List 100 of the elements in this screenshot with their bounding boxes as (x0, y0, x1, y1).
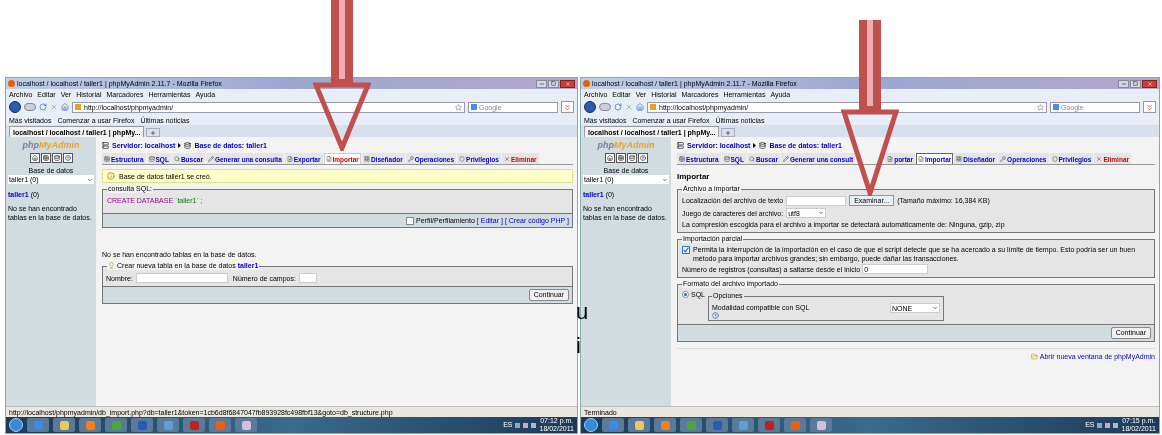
start-button[interactable] (584, 418, 598, 432)
app-icon (59, 420, 69, 430)
database-icon (759, 141, 767, 149)
nav-icon-button[interactable] (637, 153, 648, 163)
search-icon (173, 156, 180, 162)
reload-icon[interactable] (614, 103, 622, 111)
app-icon (790, 420, 800, 430)
delete-icon (503, 156, 510, 162)
file-icon (325, 156, 332, 162)
app-logo: phpMyAdmin (596, 140, 656, 151)
app-icon (241, 420, 251, 430)
delete-icon (1096, 156, 1103, 162)
nav-icon (53, 155, 60, 161)
checkbox[interactable] (682, 246, 690, 254)
back-button[interactable] (584, 101, 596, 113)
stop-icon[interactable] (50, 103, 58, 111)
app-icon (111, 420, 121, 430)
new-tab-button[interactable] (721, 128, 736, 137)
caret-icon (87, 176, 93, 183)
close-icon (564, 80, 571, 87)
close-button[interactable] (560, 79, 575, 88)
app-icon (85, 420, 95, 430)
breadcrumb-arrow-icon (753, 142, 757, 148)
taskbar-button[interactable] (53, 418, 75, 432)
nav-icon-button[interactable] (626, 153, 637, 163)
new-tab-button[interactable] (146, 128, 161, 137)
grid-icon (363, 156, 370, 162)
taskbar-button[interactable] (654, 418, 676, 432)
taskbar-button[interactable] (732, 418, 754, 432)
help-icon[interactable] (712, 312, 719, 319)
nav-icon (606, 155, 613, 161)
nav-icon (31, 155, 38, 161)
nav-icon (628, 155, 635, 161)
minimize-button[interactable] (1118, 79, 1129, 88)
file-path-field[interactable] (786, 195, 847, 206)
new-table-icon (108, 262, 115, 269)
field-count-input[interactable] (298, 273, 317, 283)
taskbar-button[interactable] (758, 418, 780, 432)
nav-icon (42, 155, 49, 161)
maximize-button[interactable] (548, 79, 559, 88)
plus-icon (150, 129, 157, 136)
taskbar-button[interactable] (183, 418, 205, 432)
app-icon (634, 420, 644, 430)
browser-logo-icon (8, 80, 15, 87)
shield-icon (1051, 156, 1058, 162)
taskbar-button[interactable] (680, 418, 702, 432)
chevrons-down-icon (1145, 102, 1154, 112)
taskbar-button[interactable] (79, 418, 101, 432)
nav-icon-button[interactable] (51, 153, 62, 163)
caret-icon (662, 176, 668, 183)
breadcrumb-arrow-icon (178, 142, 182, 148)
database-icon (723, 156, 730, 162)
stop-icon[interactable] (625, 103, 633, 111)
radio-button[interactable] (682, 291, 689, 298)
star-icon[interactable] (455, 103, 462, 111)
minimize-button[interactable] (536, 79, 547, 88)
back-button[interactable] (9, 101, 21, 113)
server-icon (102, 141, 109, 149)
taskbar-button[interactable] (810, 418, 832, 432)
reload-icon[interactable] (39, 103, 47, 111)
maximize-button[interactable] (1130, 79, 1141, 88)
plus-icon (725, 129, 732, 136)
name-field[interactable] (135, 273, 228, 283)
site-icon (75, 104, 81, 110)
app-icon (163, 420, 173, 430)
nav-icon (617, 155, 624, 161)
home-icon[interactable] (61, 103, 69, 111)
app-icon (137, 420, 147, 430)
taskbar-button[interactable] (235, 418, 257, 432)
site-icon (650, 104, 656, 110)
taskbar-button[interactable] (628, 418, 650, 432)
search-icon (748, 156, 755, 162)
pencil-icon (207, 156, 214, 162)
taskbar-button[interactable] (131, 418, 153, 432)
minimize-icon (538, 80, 545, 87)
addon-button[interactable] (561, 101, 574, 113)
grid-icon (956, 156, 963, 162)
minimize-icon (1120, 80, 1127, 87)
server-icon (677, 141, 684, 149)
close-button[interactable] (1142, 79, 1157, 88)
taskbar-button[interactable] (157, 418, 179, 432)
nav-icon-button[interactable] (29, 153, 40, 163)
checkbox[interactable] (406, 216, 415, 225)
app-icon (33, 420, 43, 430)
nav-icon-button[interactable] (62, 153, 73, 163)
maximize-icon (551, 81, 556, 86)
nav-icon-button[interactable] (604, 153, 615, 163)
star-icon[interactable] (1037, 103, 1044, 111)
new-window-icon (1030, 353, 1038, 360)
nav-icon-button[interactable] (615, 153, 626, 163)
app-icon (738, 420, 748, 430)
taskbar-button[interactable] (706, 418, 728, 432)
file-icon (286, 156, 293, 162)
start-button[interactable] (9, 418, 23, 432)
taskbar-button[interactable] (105, 418, 127, 432)
wrench-icon (1000, 156, 1007, 162)
home-icon[interactable] (636, 103, 644, 111)
table-icon (679, 156, 685, 162)
nav-icon-button[interactable] (40, 153, 51, 163)
addon-button[interactable] (1143, 101, 1156, 113)
